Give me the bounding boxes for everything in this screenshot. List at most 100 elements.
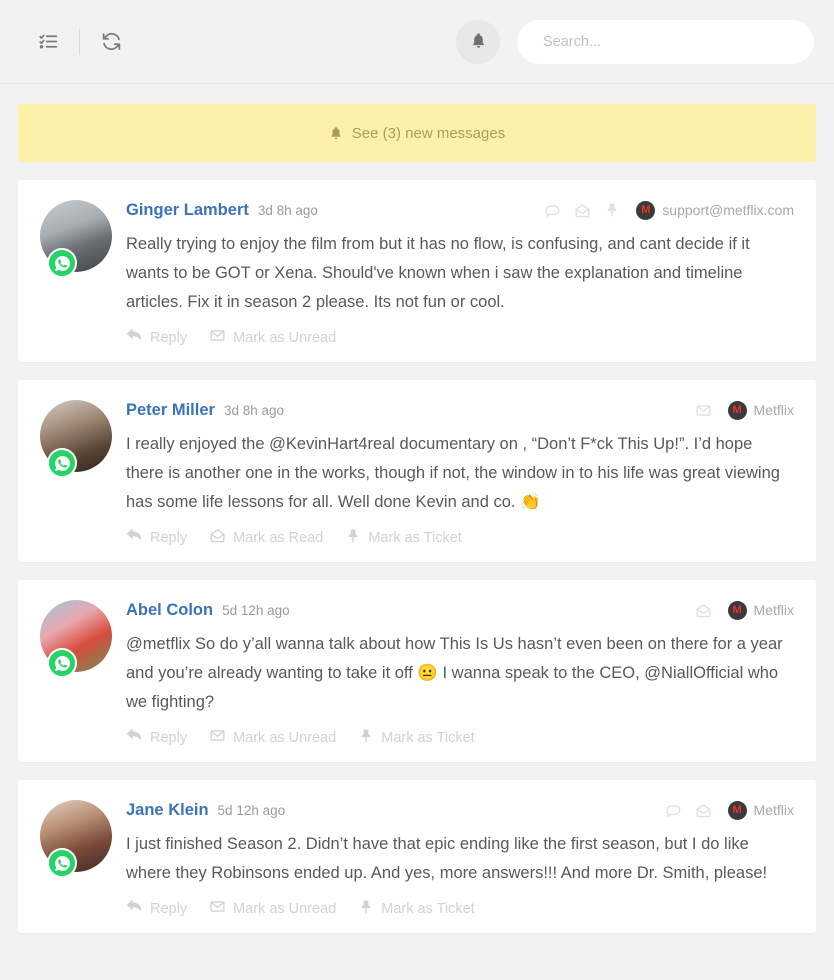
action-label: Reply [150, 900, 188, 917]
metflix-logo-icon: M [727, 800, 747, 820]
action-label: Mark as Read [233, 529, 324, 546]
toolbar-divider [79, 28, 80, 55]
toolbar-left-group [0, 21, 133, 63]
author-name[interactable]: Ginger Lambert [126, 201, 249, 220]
message-actions: Reply Mark as Read Mark as Ticket [126, 525, 794, 548]
action-label: Mark as Unread [233, 729, 337, 746]
message-body: Peter Miller 3d 8h ago M Metflix I reall… [126, 398, 794, 548]
whatsapp-icon [47, 848, 77, 878]
notifications-button[interactable] [456, 20, 500, 64]
message-text: I just finished Season 2. Didn’t have th… [126, 835, 768, 882]
message-body: Abel Colon 5d 12h ago M Metflix @metflix… [126, 598, 794, 748]
metflix-logo-icon: M [727, 600, 747, 620]
avatar[interactable] [40, 398, 126, 548]
banner-container: See (3) new messages [0, 84, 834, 162]
envelope-closed-icon[interactable] [695, 402, 712, 419]
action-label: Mark as Ticket [381, 729, 475, 746]
account-label: Metflix [753, 402, 794, 418]
action-mark-as-unread[interactable]: Mark as Unread [209, 327, 336, 348]
metflix-logo-icon: M [636, 200, 656, 220]
action-mark-as-ticket[interactable]: Mark as Ticket [345, 528, 462, 548]
message-card: Ginger Lambert 3d 8h ago M support@metfl… [18, 180, 816, 362]
message-text: I really enjoyed the @KevinHart4real doc… [126, 435, 780, 511]
top-toolbar [0, 0, 834, 84]
metflix-logo-icon: M [727, 400, 747, 420]
reply-icon [126, 898, 143, 919]
refresh-icon[interactable] [89, 21, 133, 63]
message-status-icons [544, 202, 620, 219]
action-label: Mark as Unread [233, 329, 337, 346]
pin-icon [345, 528, 361, 548]
pin-icon [358, 899, 374, 919]
avatar[interactable] [40, 198, 126, 348]
action-reply[interactable]: Reply [126, 327, 187, 348]
banner-label: See (3) new messages [351, 124, 506, 142]
message-header: Abel Colon 5d 12h ago M Metflix [126, 599, 794, 621]
message-status-icons [695, 602, 712, 619]
whatsapp-icon [47, 648, 77, 678]
account-badge[interactable]: M Metflix [727, 600, 794, 620]
envelope-closed-icon [209, 727, 226, 748]
envelope-open-icon[interactable] [695, 802, 712, 819]
pin-icon[interactable] [604, 202, 620, 218]
message-feed: Ginger Lambert 3d 8h ago M support@metfl… [0, 162, 834, 933]
account-badge[interactable]: M Metflix [727, 400, 794, 420]
avatar[interactable] [40, 598, 126, 748]
whatsapp-icon [47, 248, 77, 278]
message-actions: Reply Mark as Unread Mark as Ticket [126, 725, 794, 748]
search-input[interactable] [517, 20, 814, 64]
message-card: Abel Colon 5d 12h ago M Metflix @metflix… [18, 580, 816, 762]
action-reply[interactable]: Reply [126, 727, 187, 748]
reply-icon [126, 327, 143, 348]
reply-icon [126, 527, 143, 548]
account-label: support@metflix.com [662, 202, 794, 218]
action-mark-as-ticket[interactable]: Mark as Ticket [358, 899, 475, 919]
message-body: Jane Klein 5d 12h ago M Metflix I just f… [126, 798, 794, 919]
pin-icon [358, 728, 374, 748]
whatsapp-icon [47, 448, 77, 478]
envelope-open-icon[interactable] [574, 202, 591, 219]
new-messages-banner[interactable]: See (3) new messages [18, 104, 816, 162]
action-mark-as-unread[interactable]: Mark as Unread [209, 898, 336, 919]
message-card: Peter Miller 3d 8h ago M Metflix I reall… [18, 380, 816, 562]
action-mark-as-ticket[interactable]: Mark as Ticket [358, 728, 475, 748]
envelope-closed-icon [209, 898, 226, 919]
envelope-closed-icon [209, 327, 226, 348]
account-badge[interactable]: M Metflix [727, 800, 794, 820]
action-mark-as-read[interactable]: Mark as Read [209, 527, 323, 548]
timestamp: 5d 12h ago [217, 802, 286, 818]
message-body: Ginger Lambert 3d 8h ago M support@metfl… [126, 198, 794, 348]
bell-icon [470, 32, 487, 52]
message-text: @metflix So do y’all wanna talk about ho… [126, 635, 783, 711]
action-label: Reply [150, 729, 188, 746]
reply-icon [126, 727, 143, 748]
message-actions: Reply Mark as Unread Mark as Ticket [126, 896, 794, 919]
comment-icon[interactable] [544, 202, 561, 219]
bell-icon [329, 126, 343, 140]
action-reply[interactable]: Reply [126, 527, 187, 548]
account-label: Metflix [753, 802, 794, 818]
account-badge[interactable]: M support@metflix.com [636, 200, 794, 220]
author-name[interactable]: Peter Miller [126, 401, 215, 420]
toolbar-right-group [456, 0, 814, 84]
author-name[interactable]: Jane Klein [126, 801, 209, 820]
timestamp: 3d 8h ago [257, 202, 318, 218]
comment-icon[interactable] [665, 802, 682, 819]
action-mark-as-unread[interactable]: Mark as Unread [209, 727, 336, 748]
action-label: Mark as Ticket [368, 529, 462, 546]
avatar[interactable] [40, 798, 126, 919]
message-actions: Reply Mark as Unread [126, 325, 794, 348]
envelope-open-icon [209, 527, 226, 548]
action-label: Mark as Unread [233, 900, 337, 917]
action-reply[interactable]: Reply [126, 898, 187, 919]
action-label: Reply [150, 529, 188, 546]
author-name[interactable]: Abel Colon [126, 601, 213, 620]
action-label: Reply [150, 329, 188, 346]
message-status-icons [665, 802, 712, 819]
action-label: Mark as Ticket [381, 900, 475, 917]
message-status-icons [695, 402, 712, 419]
message-card: Jane Klein 5d 12h ago M Metflix I just f… [18, 780, 816, 933]
checklist-icon[interactable] [26, 21, 70, 63]
message-text: Really trying to enjoy the film from but… [126, 235, 750, 311]
envelope-open-icon[interactable] [695, 602, 712, 619]
